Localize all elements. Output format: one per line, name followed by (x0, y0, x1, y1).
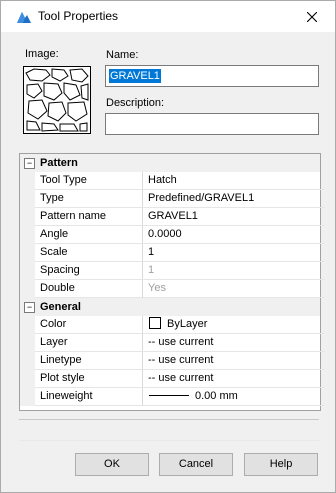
category-pattern: − Pattern (20, 154, 320, 172)
prop-value: 0.00 mm (195, 390, 238, 402)
prop-name: Lineweight (35, 388, 143, 406)
prop-name: Type (35, 190, 143, 208)
image-label: Image: (25, 48, 59, 60)
prop-row-linetype[interactable]: Linetype -- use current (20, 352, 325, 370)
category-general: − General (20, 298, 320, 316)
color-swatch-icon (149, 317, 161, 329)
prop-row-plot-style[interactable]: Plot style -- use current (20, 370, 325, 388)
prop-value: -- use current (143, 370, 325, 388)
prop-name: Tool Type (35, 172, 143, 190)
prop-row-color[interactable]: Color ByLayer (20, 316, 325, 334)
category-pattern-label: Pattern (40, 157, 78, 169)
prop-row-type[interactable]: Type Predefined/GRAVEL1 (20, 190, 325, 208)
prop-name: Double (35, 280, 143, 298)
prop-name: Angle (35, 226, 143, 244)
description-label: Description: (106, 97, 165, 109)
name-label: Name: (106, 49, 139, 61)
property-grid: − Pattern Tool Type Hatch Type Predefine… (19, 153, 325, 411)
name-input[interactable]: GRAVEL1 (105, 65, 319, 87)
property-description-area (19, 419, 319, 441)
prop-value: 0.0000 (143, 226, 325, 244)
prop-row-spacing[interactable]: Spacing 1 (20, 262, 325, 280)
prop-row-scale[interactable]: Scale 1 (20, 244, 325, 262)
help-button[interactable]: Help (244, 453, 318, 476)
prop-value: -- use current (143, 334, 325, 352)
collapse-toggle-pattern[interactable]: − (24, 158, 35, 169)
prop-name: Linetype (35, 352, 143, 370)
title-bar: Tool Properties (1, 1, 335, 32)
bricscad-logo-icon (17, 12, 31, 23)
prop-value: Hatch (143, 172, 325, 190)
prop-value: ByLayer (167, 318, 208, 330)
prop-name: Spacing (35, 262, 143, 280)
prop-value: -- use current (143, 352, 325, 370)
close-icon (307, 12, 317, 22)
prop-name: Pattern name (35, 208, 143, 226)
prop-row-double[interactable]: Double Yes (20, 280, 325, 298)
category-general-label: General (40, 301, 81, 313)
close-button[interactable] (299, 5, 325, 29)
prop-name: Layer (35, 334, 143, 352)
cancel-button[interactable]: Cancel (159, 453, 233, 476)
pattern-preview-image (23, 66, 91, 134)
gravel-pattern-icon (25, 68, 89, 132)
collapse-toggle-general[interactable]: − (24, 302, 35, 313)
prop-name: Scale (35, 244, 143, 262)
ok-button[interactable]: OK (75, 453, 149, 476)
prop-row-angle[interactable]: Angle 0.0000 (20, 226, 325, 244)
prop-row-layer[interactable]: Layer -- use current (20, 334, 325, 352)
prop-value: 1 (143, 262, 325, 280)
prop-value-container: ByLayer (143, 316, 325, 334)
name-value: GRAVEL1 (109, 69, 161, 83)
prop-value: GRAVEL1 (143, 208, 325, 226)
prop-value: Yes (143, 280, 325, 298)
tool-properties-dialog: Tool Properties Image: Name: GRAVEL1 Des… (0, 0, 336, 493)
prop-value-container: 0.00 mm (143, 388, 325, 406)
dialog-title: Tool Properties (38, 9, 119, 23)
prop-row-lineweight[interactable]: Lineweight 0.00 mm (20, 388, 325, 406)
prop-row-pattern-name[interactable]: Pattern name GRAVEL1 (20, 208, 325, 226)
prop-name: Plot style (35, 370, 143, 388)
lineweight-line-icon (149, 395, 189, 396)
prop-name: Color (35, 316, 143, 334)
prop-value: 1 (143, 244, 325, 262)
prop-row-tool-type[interactable]: Tool Type Hatch (20, 172, 325, 190)
prop-value: Predefined/GRAVEL1 (143, 190, 325, 208)
description-input[interactable] (105, 113, 319, 135)
